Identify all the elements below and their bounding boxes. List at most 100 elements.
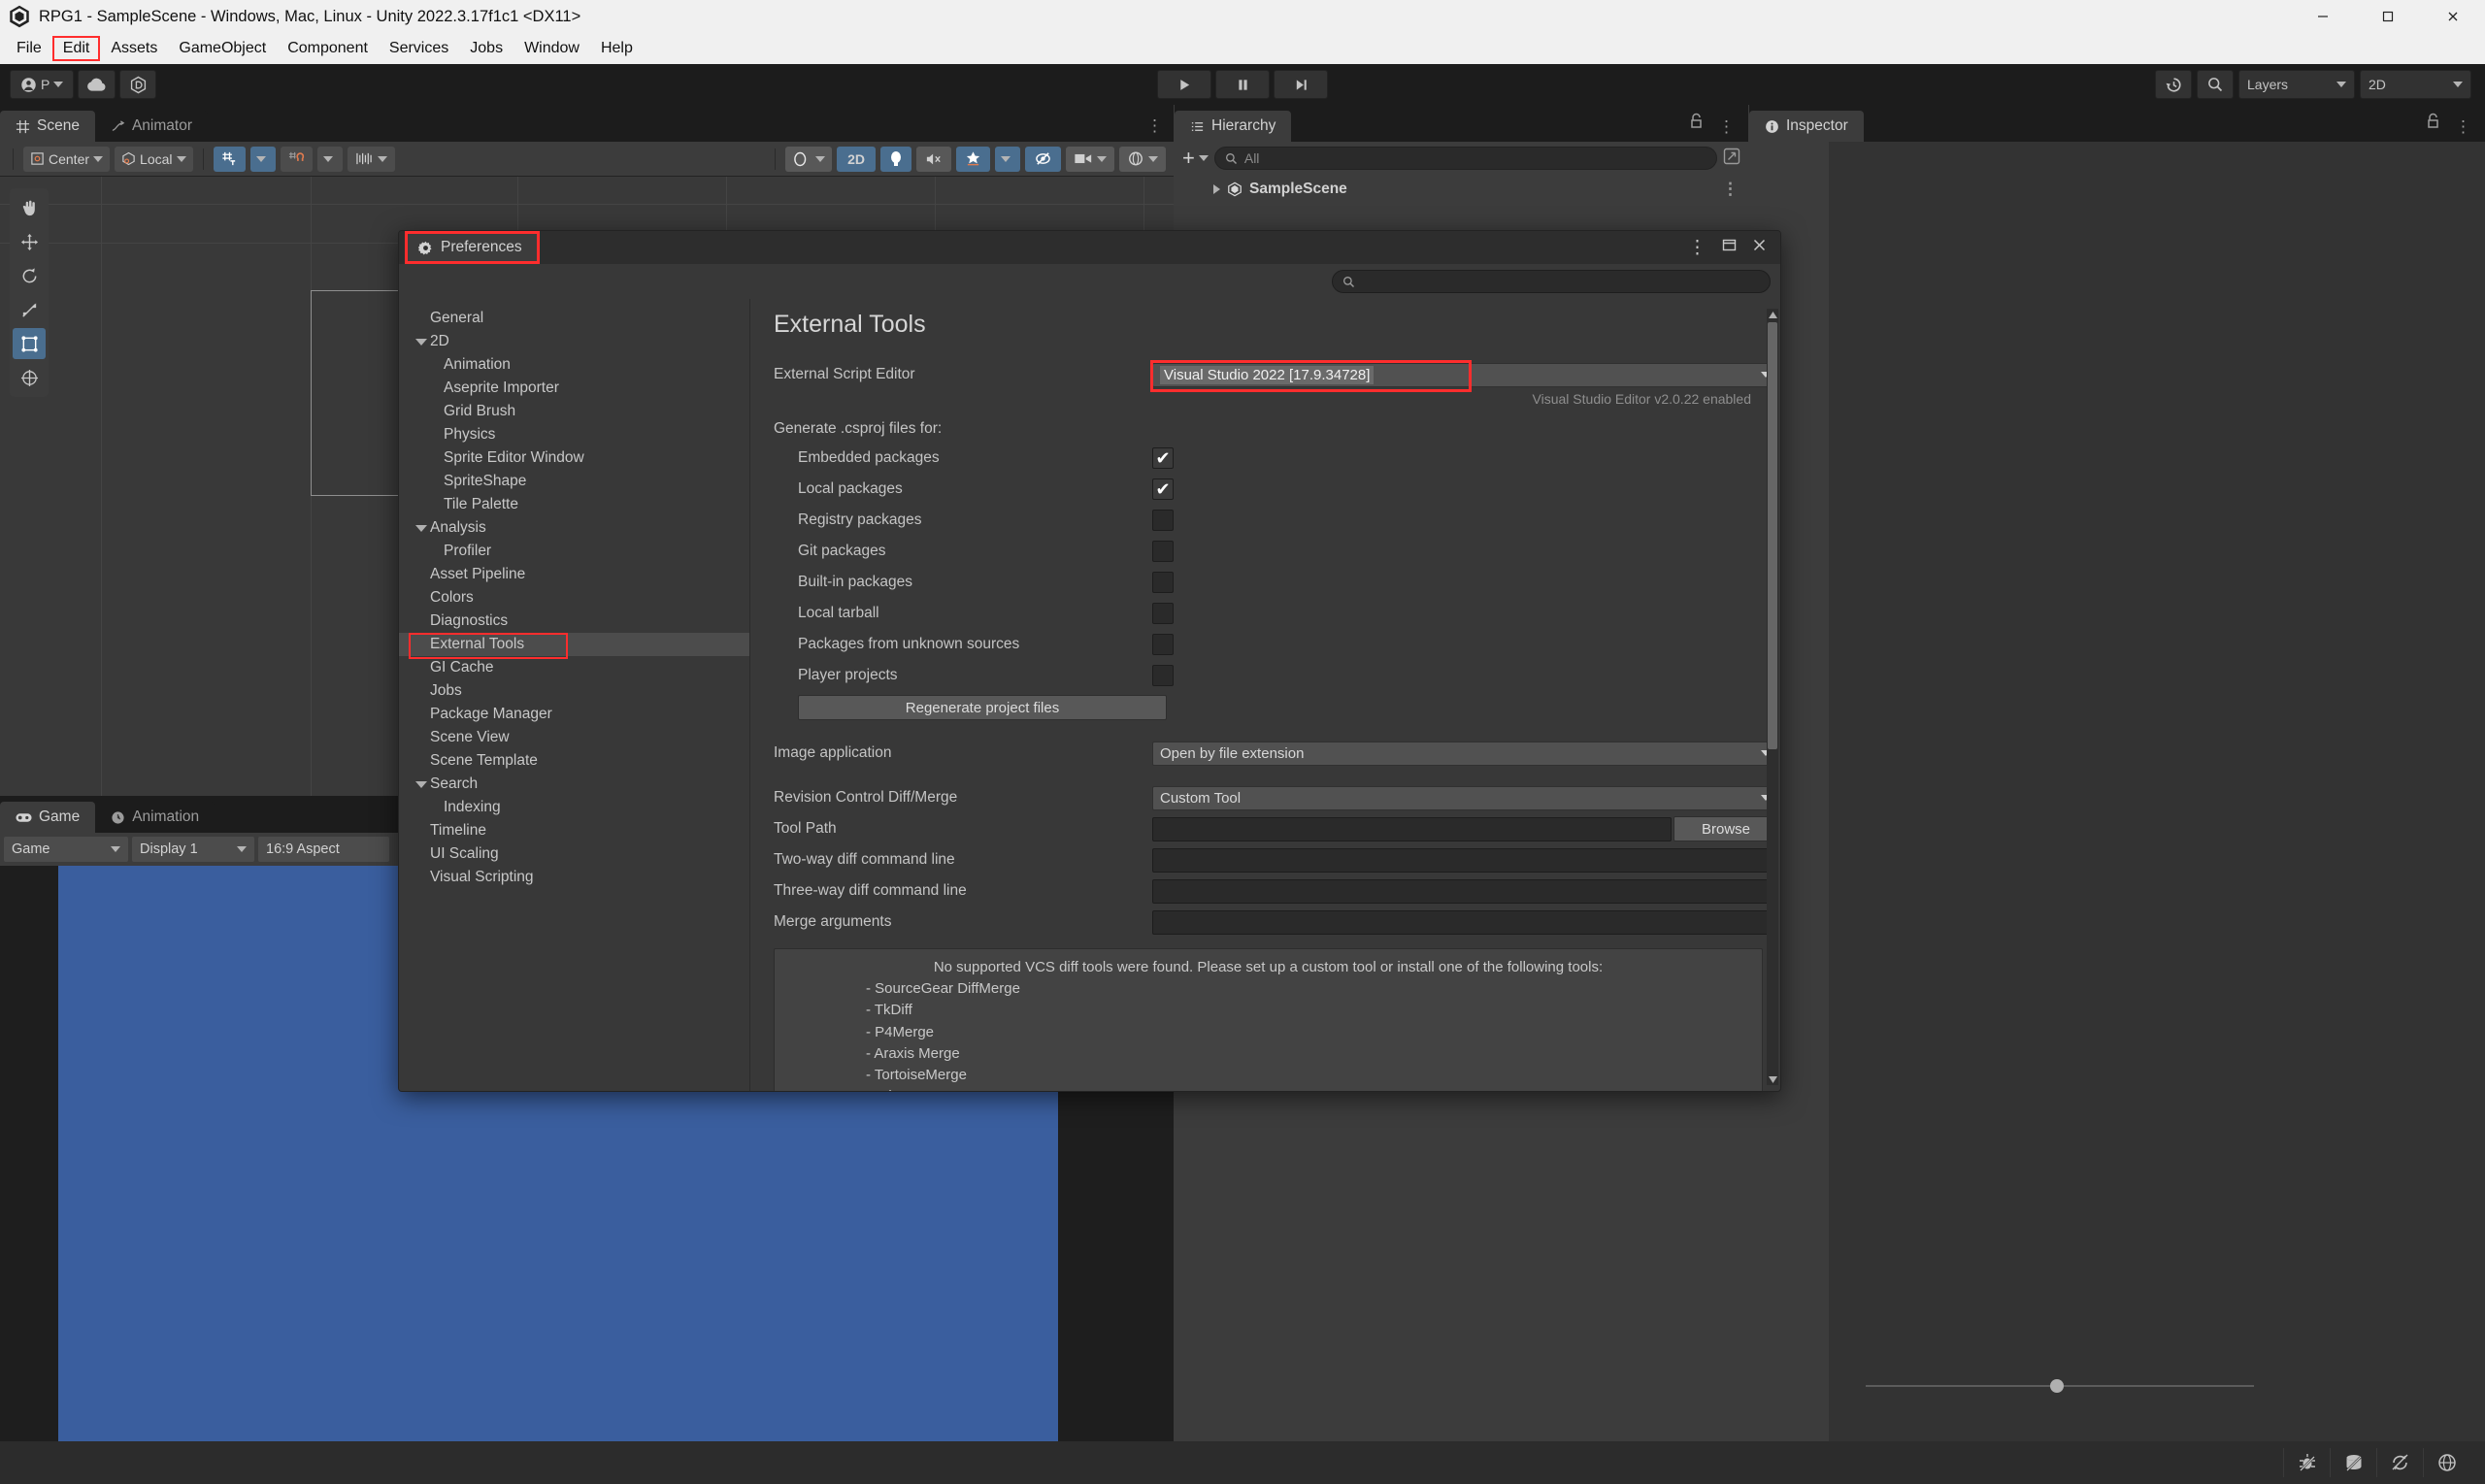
hierarchy-row-options-icon[interactable]: ⋮ — [1722, 180, 1748, 199]
view-2d-toggle[interactable]: 2D — [837, 147, 876, 172]
search-button[interactable] — [2197, 70, 2234, 99]
pause-button[interactable] — [1215, 70, 1270, 99]
inspector-slider[interactable] — [1866, 1377, 2254, 1395]
preferences-search-input[interactable] — [1332, 270, 1771, 293]
checkbox-local-packages[interactable]: ✔ — [1152, 478, 1174, 500]
pref-item-asset-pipeline[interactable]: Asset Pipeline — [399, 563, 749, 586]
database-off-icon[interactable] — [2330, 1448, 2376, 1477]
menu-component[interactable]: Component — [278, 37, 378, 60]
regenerate-project-files-button[interactable]: Regenerate project files — [798, 695, 1167, 720]
image-application-dropdown[interactable]: Open by file extension — [1152, 742, 1778, 766]
lock-icon[interactable] — [1689, 113, 1704, 134]
pref-item-colors[interactable]: Colors — [399, 586, 749, 610]
pref-item-scene-template[interactable]: Scene Template — [399, 749, 749, 773]
csproj-option-tarball[interactable]: Local tarball — [774, 599, 1780, 628]
preferences-close-button[interactable] — [1752, 238, 1767, 257]
cloud-button[interactable] — [78, 70, 116, 99]
game-display-dropdown[interactable]: Display 1 — [132, 837, 254, 862]
pref-item-search[interactable]: Search — [399, 773, 749, 796]
rect-tool[interactable] — [13, 328, 46, 359]
pref-item-2d[interactable]: 2D — [399, 330, 749, 353]
pref-item-package-manager[interactable]: Package Manager — [399, 703, 749, 726]
csproj-option-embedded[interactable]: Embedded packages ✔ — [774, 444, 1780, 473]
scene-audio-toggle[interactable] — [916, 147, 951, 172]
csproj-option-player[interactable]: Player projects — [774, 661, 1780, 690]
tab-inspector[interactable]: Inspector — [1749, 111, 1864, 142]
global-icon[interactable] — [2423, 1448, 2469, 1477]
tab-animation[interactable]: Animation — [95, 802, 215, 833]
script-editor-dropdown[interactable]: Visual Studio 2022 [17.9.34728] — [1152, 363, 1778, 387]
move-tool[interactable] — [13, 226, 46, 257]
pref-item-general[interactable]: General — [399, 307, 749, 330]
pref-item-gi-cache[interactable]: GI Cache — [399, 656, 749, 679]
tab-animator[interactable]: Animator — [95, 111, 208, 142]
grid-snap-dropdown[interactable] — [250, 147, 276, 172]
pref-item-scene-view[interactable]: Scene View — [399, 726, 749, 749]
view-tool[interactable] — [13, 192, 46, 223]
pref-item-analysis[interactable]: Analysis — [399, 516, 749, 540]
csproj-option-builtin[interactable]: Built-in packages — [774, 568, 1780, 597]
preferences-scrollbar[interactable] — [1767, 309, 1778, 1085]
tab-scene[interactable]: Scene — [0, 111, 95, 142]
checkbox-builtin-packages[interactable] — [1152, 572, 1174, 593]
space-dropdown[interactable]: Local — [115, 147, 192, 172]
ruler-toggle[interactable] — [348, 147, 395, 172]
hierarchy-expand-icon[interactable] — [1723, 148, 1740, 170]
csproj-option-unknown[interactable]: Packages from unknown sources — [774, 630, 1780, 659]
hidden-objects-toggle[interactable] — [1025, 147, 1061, 172]
close-button[interactable] — [2420, 0, 2485, 33]
menu-assets[interactable]: Assets — [101, 37, 167, 60]
scene-lighting-toggle[interactable] — [880, 147, 911, 172]
pref-item-grid-brush[interactable]: Grid Brush — [399, 400, 749, 423]
scene-options-icon[interactable]: ⋮ — [1146, 116, 1164, 136]
csproj-option-git[interactable]: Git packages — [774, 537, 1780, 566]
tab-game[interactable]: Game — [0, 802, 95, 833]
preferences-tab[interactable]: Preferences — [407, 233, 538, 262]
tree-toggle[interactable] — [413, 525, 430, 532]
checkbox-git-packages[interactable] — [1152, 541, 1174, 562]
rotate-tool[interactable] — [13, 260, 46, 291]
two-way-diff-input[interactable] — [1152, 848, 1778, 873]
pref-item-jobs[interactable]: Jobs — [399, 679, 749, 703]
hierarchy-row-samplescene[interactable]: SampleScene ⋮ — [1175, 175, 1748, 204]
tree-toggle[interactable] — [413, 781, 430, 788]
hierarchy-search-input[interactable]: All — [1214, 147, 1717, 170]
diff-merge-dropdown[interactable]: Custom Tool — [1152, 786, 1778, 810]
pref-item-sprite-editor-window[interactable]: Sprite Editor Window — [399, 446, 749, 470]
pref-item-ui-scaling[interactable]: UI Scaling — [399, 842, 749, 866]
browse-button[interactable]: Browse — [1673, 816, 1778, 841]
pref-item-timeline[interactable]: Timeline — [399, 819, 749, 842]
three-way-diff-input[interactable] — [1152, 879, 1778, 904]
shading-mode-dropdown[interactable] — [785, 147, 832, 172]
pref-item-tile-palette[interactable]: Tile Palette — [399, 493, 749, 516]
checkbox-unknown-sources[interactable] — [1152, 634, 1174, 655]
magnet-snap-dropdown[interactable] — [317, 147, 343, 172]
layout-dropdown[interactable]: 2D — [2360, 70, 2471, 99]
pref-item-external-tools[interactable]: External Tools — [399, 633, 749, 656]
csproj-option-local[interactable]: Local packages ✔ — [774, 475, 1780, 504]
scene-camera-dropdown[interactable] — [1066, 147, 1114, 172]
menu-window[interactable]: Window — [514, 37, 589, 60]
gizmos-dropdown[interactable] — [1119, 147, 1166, 172]
scene-fx-dropdown[interactable] — [995, 147, 1020, 172]
grid-snap-toggle[interactable] — [214, 147, 246, 172]
pref-item-animation[interactable]: Animation — [399, 353, 749, 377]
collab-off-icon[interactable] — [2376, 1448, 2423, 1477]
pref-item-diagnostics[interactable]: Diagnostics — [399, 610, 749, 633]
pref-item-profiler[interactable]: Profiler — [399, 540, 749, 563]
checkbox-local-tarball[interactable] — [1152, 603, 1174, 624]
layers-dropdown[interactable]: Layers — [2238, 70, 2355, 99]
slider-knob[interactable] — [2050, 1379, 2064, 1393]
scene-fx-toggle[interactable] — [956, 147, 990, 172]
menu-services[interactable]: Services — [380, 37, 458, 60]
preferences-maximize-button[interactable] — [1722, 238, 1737, 257]
scroll-down-icon[interactable] — [1767, 1073, 1778, 1085]
maximize-button[interactable] — [2355, 0, 2420, 33]
pivot-dropdown[interactable]: Center — [23, 147, 110, 172]
devops-button[interactable] — [119, 70, 156, 99]
bug-off-icon[interactable] — [2283, 1448, 2330, 1477]
inspector-options-icon[interactable]: ⋮ — [2455, 117, 2471, 137]
play-button[interactable] — [1157, 70, 1211, 99]
merge-arguments-input[interactable] — [1152, 910, 1778, 935]
pref-item-visual-scripting[interactable]: Visual Scripting — [399, 866, 749, 889]
